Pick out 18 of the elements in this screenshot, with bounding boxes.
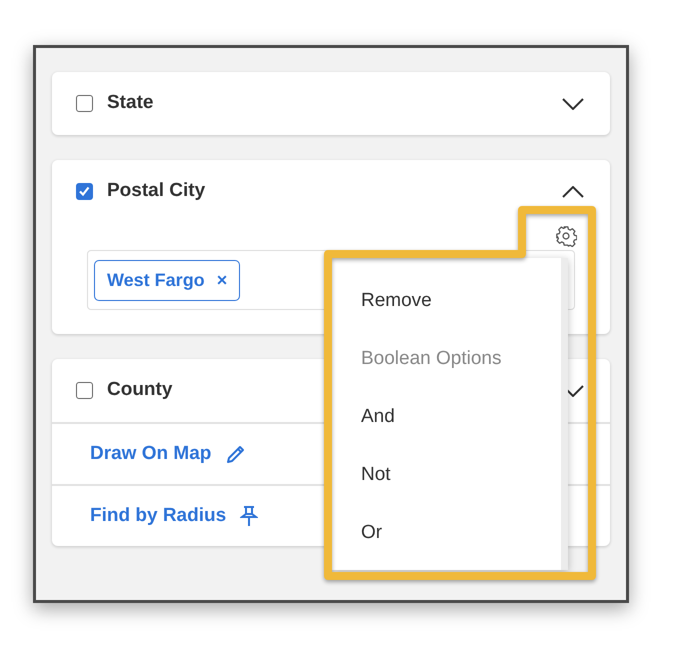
menu-item[interactable]: Not (332, 446, 532, 504)
checkbox[interactable] (76, 183, 93, 200)
link[interactable]: Find by Radius (90, 502, 226, 530)
filter-label: Postal City (107, 179, 206, 204)
expand-chevron-icon[interactable] (562, 98, 584, 110)
collapse-chevron-icon[interactable] (562, 186, 584, 198)
pin-icon[interactable] (240, 505, 258, 527)
menu-header: Boolean Options (360, 346, 502, 371)
filter-label: State (107, 91, 154, 116)
scrollbar-track[interactable] (561, 258, 568, 570)
checkbox[interactable] (76, 95, 93, 112)
menu-item[interactable]: Or (332, 504, 532, 562)
checkbox[interactable] (76, 382, 93, 399)
filter-label: County (107, 378, 172, 402)
tag-chip[interactable]: West Fargo × (94, 260, 240, 300)
menu-item[interactable]: And (332, 388, 532, 446)
settings-icon[interactable] (555, 225, 577, 247)
link[interactable]: Draw On Map (90, 440, 212, 468)
